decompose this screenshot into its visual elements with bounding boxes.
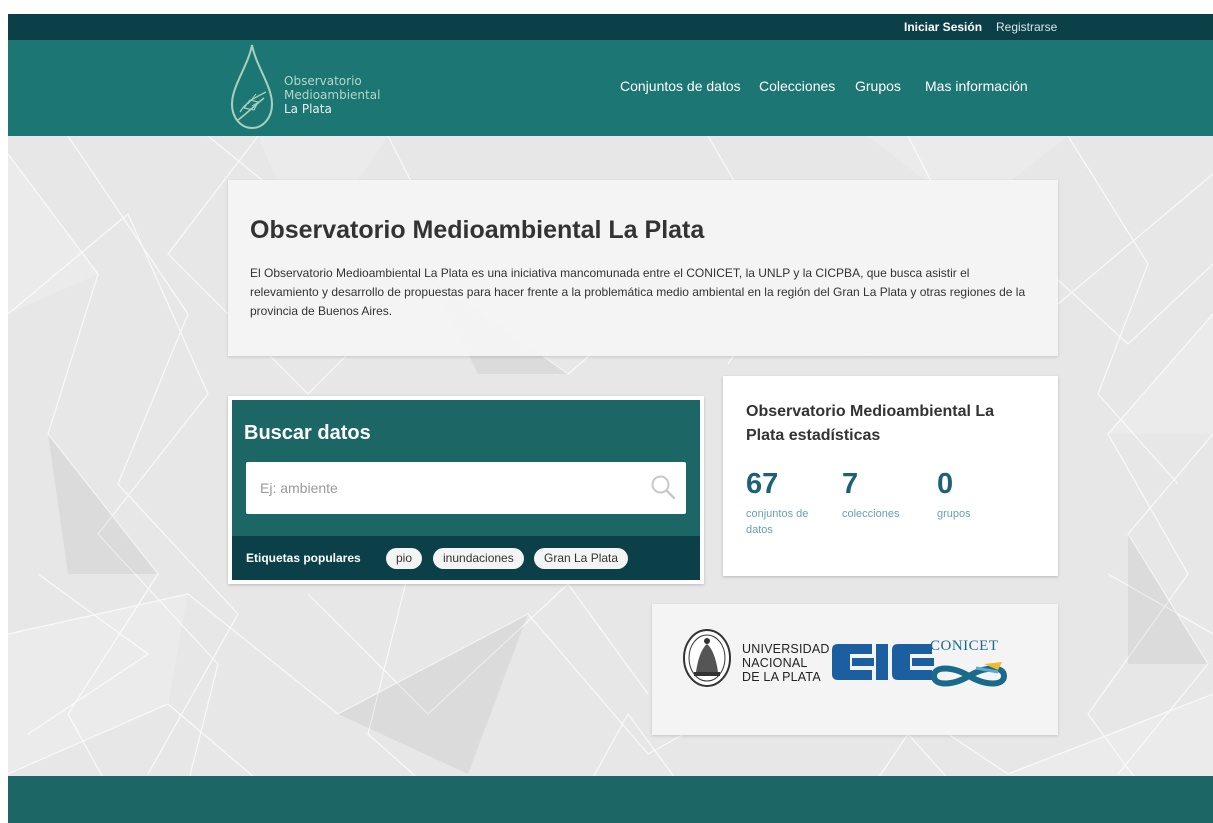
search-title: Buscar datos <box>244 422 371 444</box>
page-title: Observatorio Medioambiental La Plata <box>250 216 705 244</box>
search-icon <box>651 475 676 500</box>
logo-line-2: Medioambiental <box>284 88 381 102</box>
stat-groups[interactable]: 0 grupos <box>937 468 1027 522</box>
cic-logo-icon <box>832 644 934 680</box>
logo-line-1: Observatorio <box>284 74 362 88</box>
nav-collections[interactable]: Colecciones <box>759 78 835 94</box>
stats-title: Observatorio Medioambiental La Plata est… <box>746 403 995 444</box>
search-input[interactable] <box>246 462 636 514</box>
nav-groups[interactable]: Grupos <box>855 78 901 94</box>
stats-card: Observatorio Medioambiental La Plata est… <box>723 376 1058 576</box>
hero-description: El Observatorio Medioambiental La Plata … <box>250 266 1026 318</box>
stat-value: 0 <box>937 468 954 500</box>
site-logo[interactable]: Observatorio Medioambiental La Plata <box>228 40 428 136</box>
conicet-infinity-icon <box>930 662 1008 687</box>
stat-label: conjuntos de datos <box>746 508 809 536</box>
stat-label: colecciones <box>842 508 900 520</box>
logo-line-3: La Plata <box>284 102 332 116</box>
stat-collections[interactable]: 7 colecciones <box>842 468 932 522</box>
tag-inundaciones[interactable]: inundaciones <box>433 548 524 569</box>
register-link[interactable]: Registrarse <box>996 20 1057 34</box>
hero-card: Observatorio Medioambiental La Plata El … <box>228 180 1058 356</box>
stat-datasets[interactable]: 67 conjuntos de datos <box>746 468 836 538</box>
login-link[interactable]: Iniciar Sesión <box>904 20 982 34</box>
unlp-wordmark: UNIVERSIDAD NACIONAL DE LA PLATA <box>742 642 830 684</box>
search-module: Buscar datos Etiquetas populares pio inu… <box>228 396 704 584</box>
stat-value: 7 <box>842 468 859 500</box>
unlp-line-1: UNIVERSIDAD <box>742 642 830 656</box>
nav-more-info[interactable]: Mas información <box>925 78 1028 94</box>
account-bar: Iniciar Sesión Registrarse <box>8 14 1213 40</box>
search-box <box>246 462 686 514</box>
search-panel: Buscar datos Etiquetas populares pio inu… <box>232 400 700 580</box>
water-drop-icon <box>230 44 274 130</box>
unlp-line-3: DE LA PLATA <box>742 670 821 684</box>
tag-gran-la-plata[interactable]: Gran La Plata <box>534 548 629 569</box>
search-button[interactable] <box>648 474 678 502</box>
tag-pio[interactable]: pio <box>386 548 423 569</box>
unlp-line-2: NACIONAL <box>742 656 808 670</box>
stat-label: grupos <box>937 508 971 520</box>
stat-value: 67 <box>746 468 779 500</box>
popular-tags-bar: Etiquetas populares pio inundaciones Gra… <box>232 536 700 580</box>
footer <box>8 776 1213 823</box>
nav-datasets[interactable]: Conjuntos de datos <box>620 78 741 94</box>
popular-tags-label: Etiquetas populares <box>246 551 361 565</box>
unlp-seal-icon <box>683 629 731 687</box>
masthead: Observatorio Medioambiental La Plata Con… <box>8 40 1213 136</box>
page-frame: Iniciar Sesión Registrarse Observatorio … <box>8 14 1213 823</box>
conicet-wordmark: CONICET <box>930 638 999 654</box>
logo-text: Observatorio Medioambiental La Plata <box>284 74 380 116</box>
partner-logos: UNIVERSIDAD NACIONAL DE LA PLATA CONICET <box>652 604 1058 735</box>
